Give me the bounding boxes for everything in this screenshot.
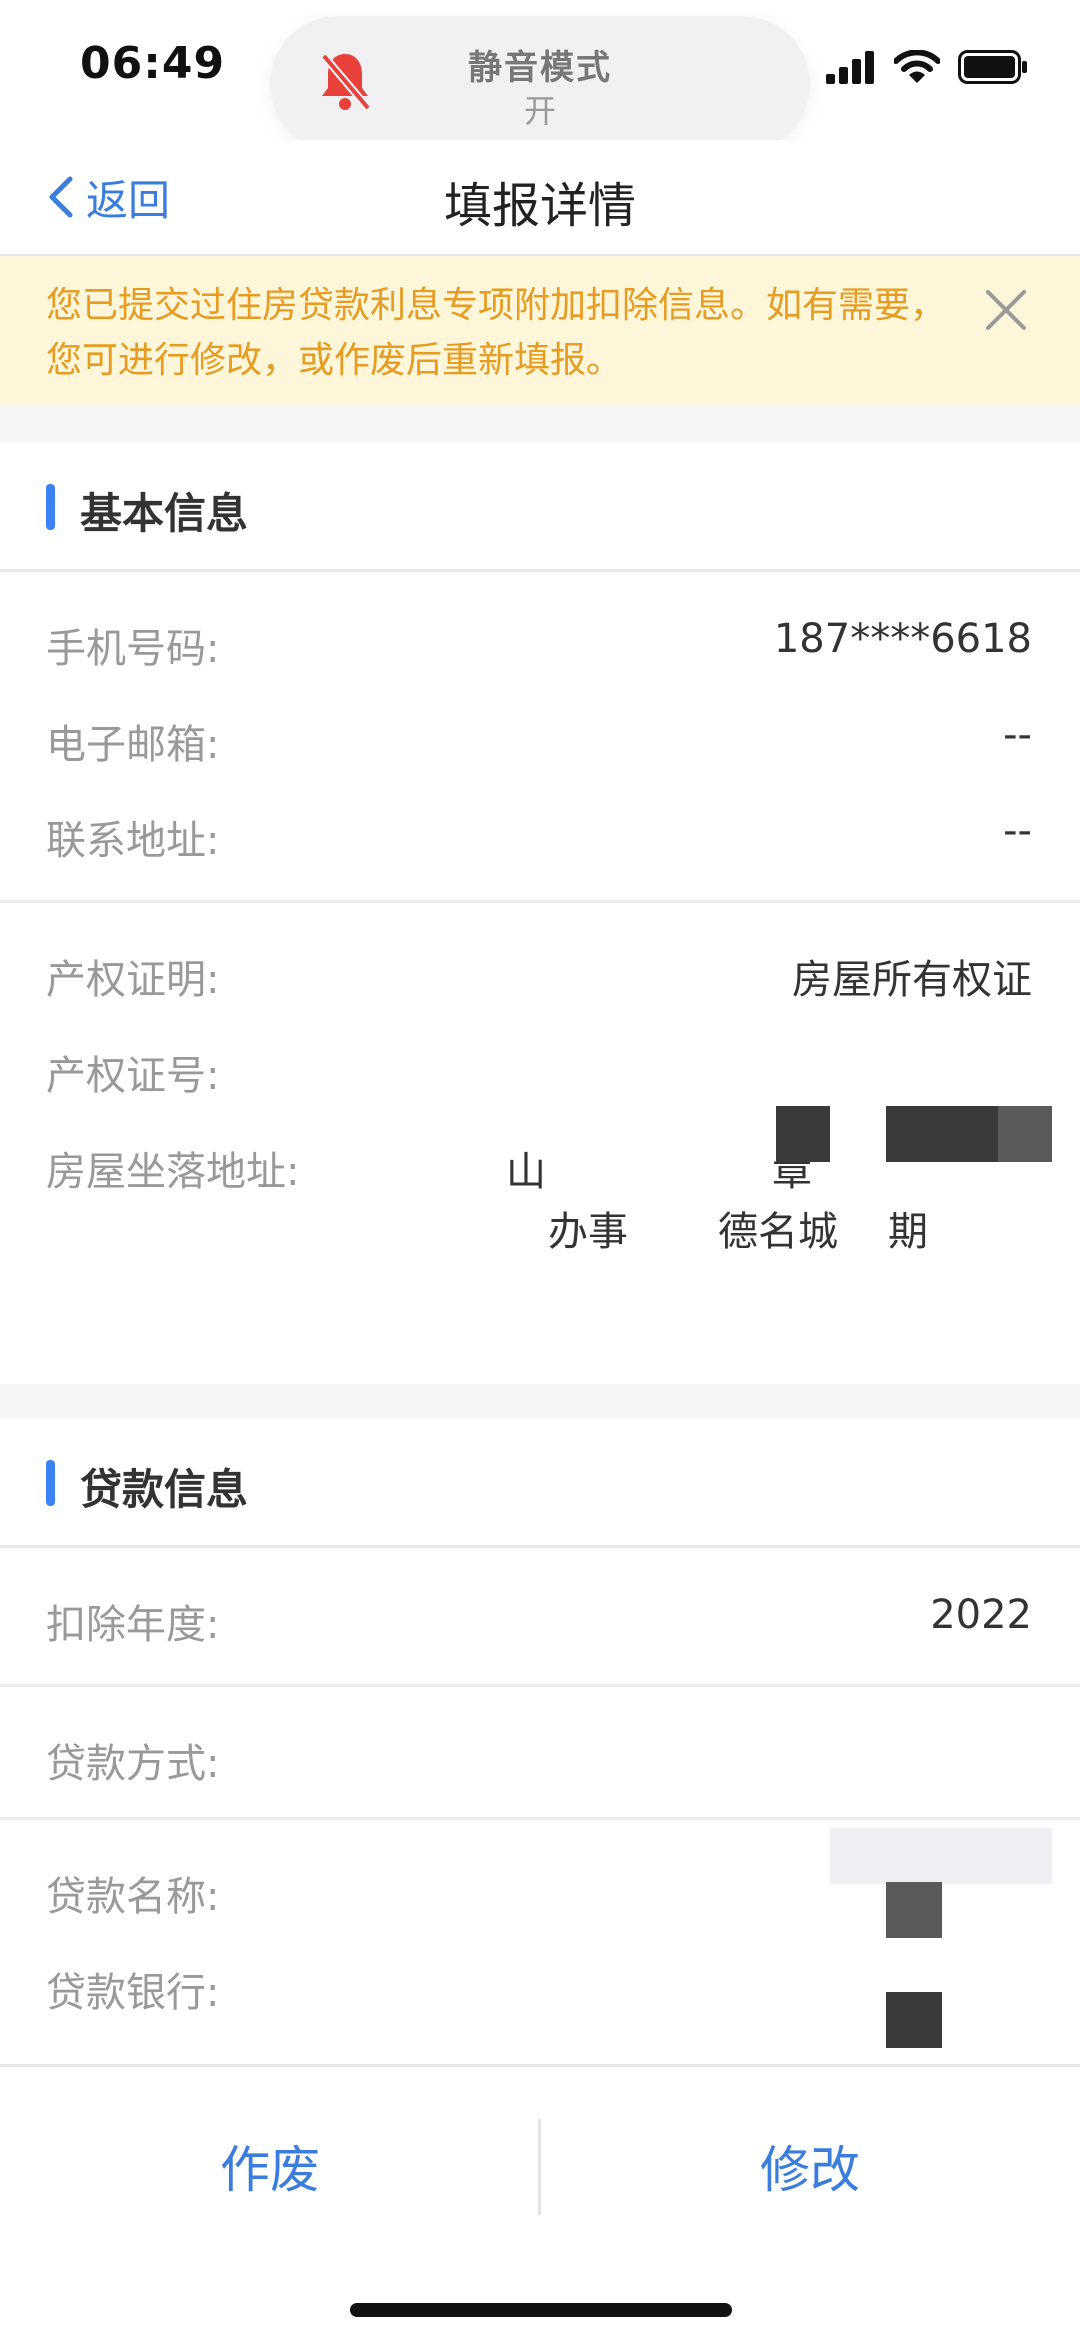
property-cert-no-label: 产权证号:: [46, 1053, 220, 1099]
redaction-block: [776, 1106, 830, 1162]
loan-info-title: 贷款信息: [80, 1465, 249, 1514]
modify-button[interactable]: 修改: [540, 2121, 1080, 2211]
screen: 06:49 静音模式 开 返回 填报详情 您已提交过住房贷款利息专项附加扣除信息…: [0, 0, 1080, 2336]
loan-method-row: 贷款方式:: [0, 1707, 1080, 1803]
email-label: 电子邮箱:: [46, 722, 220, 768]
loan-info-section: 贷款信息 扣除年度: 2022 贷款方式: 贷款名称: 贷款银行:: [0, 1418, 1080, 2068]
section-accent-bar: [46, 484, 55, 530]
loan-bank-label: 贷款银行:: [46, 1970, 220, 2016]
loan-info-header: 贷款信息: [0, 1418, 1080, 1548]
property-cert-no-row: 产权证号:: [0, 1019, 1080, 1115]
house-address-fragment: 山: [506, 1149, 546, 1195]
house-address-label: 房屋坐落地址:: [46, 1149, 300, 1195]
redaction-block: [886, 1106, 998, 1162]
deduction-year-label: 扣除年度:: [46, 1602, 220, 1648]
status-icons: [826, 49, 1028, 88]
loan-method-label: 贷款方式:: [46, 1741, 220, 1787]
email-value: --: [1003, 712, 1032, 758]
basic-info-title: 基本信息: [80, 489, 249, 538]
basic-info-section: 基本信息 手机号码: 187****6618 电子邮箱: -- 联系地址: --…: [0, 442, 1080, 1384]
contact-address-value: --: [1003, 808, 1032, 854]
redaction-block: [886, 1882, 942, 1938]
house-address-fragment: 办事: [548, 1209, 628, 1255]
home-indicator[interactable]: [350, 2303, 732, 2317]
contact-address-row: 联系地址: --: [0, 784, 1080, 880]
notice-banner: 您已提交过住房贷款利息专项附加扣除信息。如有需要，您可进行修改，或作废后重新填报…: [0, 256, 1080, 406]
notice-banner-text: 您已提交过住房贷款利息专项附加扣除信息。如有需要，您可进行修改，或作废后重新填报…: [46, 285, 947, 381]
property-cert-value: 房屋所有权证: [792, 957, 1032, 1003]
basic-info-header: 基本信息: [0, 442, 1080, 572]
house-address-fragment: 期: [888, 1209, 928, 1255]
phone-value: 187****6618: [773, 616, 1032, 662]
redaction-block: [886, 1992, 942, 2048]
wifi-icon: [893, 49, 941, 88]
silent-mode-state: 开: [523, 92, 556, 130]
property-cert-label: 产权证明:: [46, 957, 220, 1003]
silent-mode-notice: 静音模式 开: [270, 16, 810, 152]
bottom-action-bar: 作废 修改: [0, 2064, 1080, 2336]
phone-label: 手机号码:: [46, 626, 220, 672]
deduction-year-row: 扣除年度: 2022: [0, 1568, 1080, 1664]
email-row: 电子邮箱: --: [0, 688, 1080, 784]
status-bar: 06:49 静音模式 开: [0, 0, 1080, 152]
cellular-signal-icon: [826, 50, 876, 88]
close-icon[interactable]: [976, 280, 1036, 340]
status-time: 06:49: [80, 38, 226, 89]
deduction-year-value: 2022: [930, 1592, 1032, 1638]
void-button[interactable]: 作废: [0, 2121, 540, 2211]
page-title: 填报详情: [443, 178, 636, 234]
section-accent-bar: [46, 1460, 55, 1506]
redaction-block: [998, 1106, 1052, 1162]
property-cert-row: 产权证明: 房屋所有权证: [0, 923, 1080, 1019]
phone-row: 手机号码: 187****6618: [0, 592, 1080, 688]
redaction-block: [830, 1828, 1052, 1884]
nav-bar: 返回 填报详情: [0, 140, 1080, 256]
contact-address-label: 联系地址:: [46, 818, 220, 864]
battery-icon: [958, 50, 1028, 88]
house-address-fragment: 德名城: [718, 1209, 838, 1255]
silent-mode-title: 静音模式: [468, 48, 612, 88]
loan-name-label: 贷款名称:: [46, 1874, 220, 1920]
